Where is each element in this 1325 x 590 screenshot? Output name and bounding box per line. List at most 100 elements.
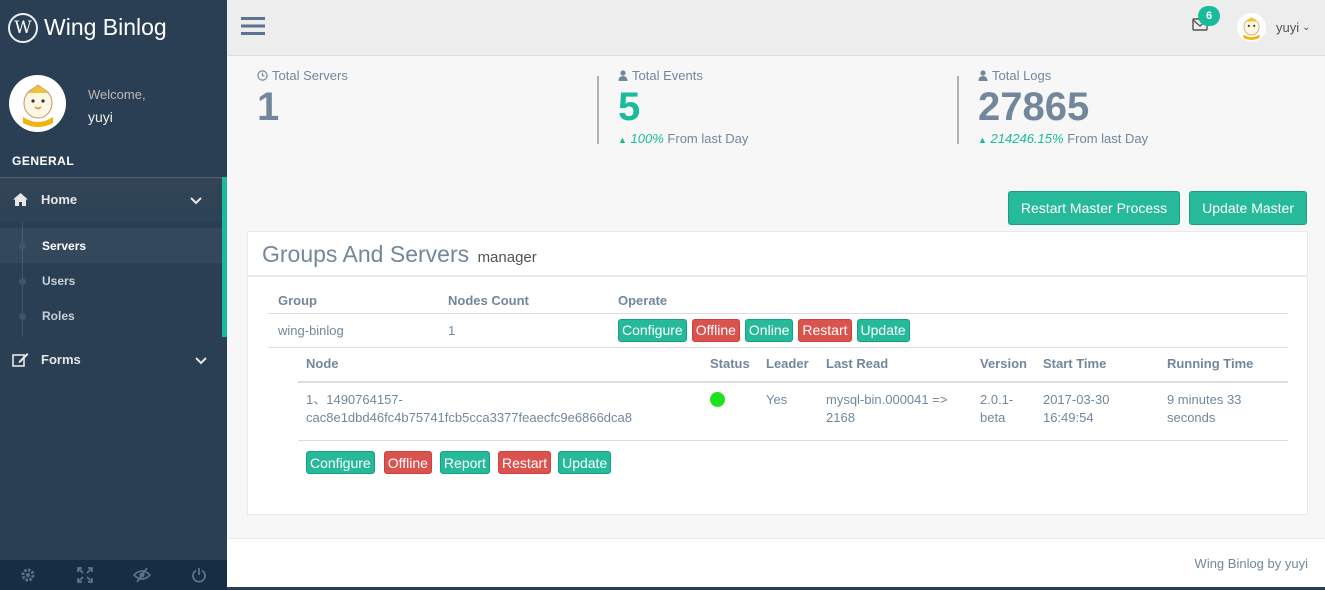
node-restart-button[interactable]: Restart xyxy=(497,451,552,474)
gear-icon[interactable] xyxy=(0,560,57,590)
running-time-line1: 9 minutes 33 xyxy=(1166,392,1242,407)
power-icon[interactable] xyxy=(170,560,227,590)
column-header-leader: Leader xyxy=(758,345,818,383)
master-actions: Restart Master Process Update Master xyxy=(1007,191,1307,225)
node-offline-button[interactable]: Offline xyxy=(383,451,432,474)
page-footer: Wing Binlog by yuyi xyxy=(227,538,1325,587)
stat-total-logs-label: Total Logs xyxy=(992,68,1052,83)
stat-total-events-count: 5 xyxy=(618,85,641,129)
sidebar-item-servers-label: Servers xyxy=(42,238,87,253)
stat-total-servers-count: 1 xyxy=(257,85,280,129)
node-version-cell: 2.0.1- beta xyxy=(972,382,1035,441)
groups-table: Group Nodes Count Operate wing-binlog 1 … xyxy=(268,289,1288,348)
operate-cell: Configure Offline Online Restart Update xyxy=(608,313,1288,348)
brand[interactable]: W Wing Binlog xyxy=(0,0,227,55)
last-read-line1: mysql-bin.000041 => xyxy=(826,392,948,407)
main-content: Total Servers 1 Total Events 5 ▲ 100% Fr… xyxy=(227,56,1325,538)
stat-divider xyxy=(597,76,599,144)
sidebar-item-users[interactable]: Users xyxy=(0,263,222,298)
sidebar-item-servers[interactable]: Servers xyxy=(0,228,222,263)
node-report-button[interactable]: Report xyxy=(439,451,490,474)
profile-welcome: Welcome, xyxy=(88,87,146,102)
group-configure-button[interactable]: Configure xyxy=(618,318,687,342)
avatar-image xyxy=(1243,17,1260,40)
column-header-group: Group xyxy=(268,289,438,314)
node-id-line1: 1、1490764157- xyxy=(306,392,403,407)
node-running-time-cell: 9 minutes 33 seconds xyxy=(1158,382,1288,441)
profile: Welcome, yuyi xyxy=(0,55,227,145)
group-online-button[interactable]: Online xyxy=(744,318,794,342)
stat-total-logs-count: 27865 xyxy=(978,85,1090,129)
table-header-row: Group Nodes Count Operate xyxy=(268,289,1288,314)
table-row: wing-binlog 1 Configure Offline Online R… xyxy=(268,313,1288,348)
nodes-count-cell: 1 xyxy=(438,313,608,348)
chevron-down-icon xyxy=(195,353,207,368)
start-time-line2: 16:49:54 xyxy=(1042,410,1094,425)
start-time-line1: 2017-03-30 xyxy=(1042,392,1110,407)
profile-username: yuyi xyxy=(88,109,113,125)
node-status-cell xyxy=(702,382,758,441)
sidebar: W Wing Binlog Welcome, yuyi GENERAL Home xyxy=(0,0,227,590)
running-time-line2: seconds xyxy=(1166,410,1216,425)
table-header-row: Node Status Leader Last Read Version Sta… xyxy=(298,345,1288,383)
group-update-button[interactable]: Update xyxy=(856,318,910,342)
table-row: 1、1490764157- cac8e1dbd46fc4b75741fcb5cc… xyxy=(298,382,1288,441)
column-header-start-time: Start Time xyxy=(1034,345,1159,383)
chevron-down-icon: ⌄ xyxy=(1302,22,1311,33)
version-line2: beta xyxy=(980,410,1006,425)
column-header-operate: Operate xyxy=(608,289,1288,314)
sidebar-item-home-label: Home xyxy=(41,192,78,207)
stat-total-logs-suffix: From last Day xyxy=(1067,131,1149,146)
column-header-status: Status xyxy=(702,345,758,383)
stat-label: Total Servers xyxy=(257,68,348,83)
user-menu-name: yuyi xyxy=(1276,20,1300,35)
column-header-node: Node xyxy=(298,345,702,383)
group-restart-button[interactable]: Restart xyxy=(798,318,852,342)
sidebar-item-roles-label: Roles xyxy=(42,308,75,323)
last-read-line2: 2168 xyxy=(826,410,855,425)
clock-icon xyxy=(257,70,268,81)
stat-total-events-trend: ▲ 100% From last Day xyxy=(618,131,748,146)
column-header-nodes-count: Nodes Count xyxy=(438,289,608,314)
stat-total-servers-label: Total Servers xyxy=(272,68,348,83)
brand-name: Wing Binlog xyxy=(44,14,167,40)
nodes-table: Node Status Leader Last Read Version Sta… xyxy=(298,345,1288,441)
node-update-button[interactable]: Update xyxy=(558,451,612,474)
menu-toggle-icon[interactable] xyxy=(241,16,265,41)
sidebar-item-roles[interactable]: Roles xyxy=(0,298,222,333)
brand-logo: W xyxy=(8,12,38,43)
sidebar-item-forms-label: Forms xyxy=(41,352,81,367)
stat-total-events-suffix: From last Day xyxy=(667,131,749,146)
fullscreen-icon[interactable] xyxy=(57,560,114,590)
stat-total-logs: Total Logs 27865 ▲ 214246.15% From last … xyxy=(978,68,1148,146)
footer-text: Wing Binlog by yuyi xyxy=(1194,556,1308,571)
node-id-cell: 1、1490764157- cac8e1dbd46fc4b75741fcb5cc… xyxy=(298,382,702,441)
sidebar-footer xyxy=(0,560,227,590)
sort-up-icon: ▲ xyxy=(618,135,627,145)
eye-slash-icon[interactable] xyxy=(114,560,171,590)
user-menu[interactable]: yuyi ⌄ xyxy=(1237,13,1311,42)
brand-logo-letter: W xyxy=(14,17,32,38)
home-icon xyxy=(12,192,30,207)
group-offline-button[interactable]: Offline xyxy=(691,318,740,342)
sidebar-item-forms[interactable]: Forms xyxy=(0,337,227,382)
mail-badge: 6 xyxy=(1198,6,1220,26)
stat-total-logs-trend: ▲ 214246.15% From last Day xyxy=(978,131,1148,146)
restart-master-button[interactable]: Restart Master Process xyxy=(1007,191,1181,225)
node-configure-button[interactable]: Configure xyxy=(306,451,375,474)
group-name-cell: wing-binlog xyxy=(268,313,438,348)
panel-title: Groups And Servers manager xyxy=(248,232,1307,277)
chevron-down-icon xyxy=(190,193,202,208)
update-master-button[interactable]: Update Master xyxy=(1189,191,1307,225)
stat-total-logs-pct: 214246.15% xyxy=(990,131,1064,146)
user-icon xyxy=(618,70,628,81)
stat-total-events-pct: 100% xyxy=(630,131,664,146)
edit-icon xyxy=(12,352,30,367)
stat-total-events: Total Events 5 ▲ 100% From last Day xyxy=(618,68,748,146)
sidebar-item-home[interactable]: Home xyxy=(0,177,227,222)
stat-divider xyxy=(957,76,959,144)
column-header-version: Version xyxy=(972,345,1035,383)
sort-up-icon: ▲ xyxy=(978,135,987,145)
top-navbar: 6 yuyi ⌄ xyxy=(227,0,1325,56)
avatar[interactable] xyxy=(9,75,66,132)
